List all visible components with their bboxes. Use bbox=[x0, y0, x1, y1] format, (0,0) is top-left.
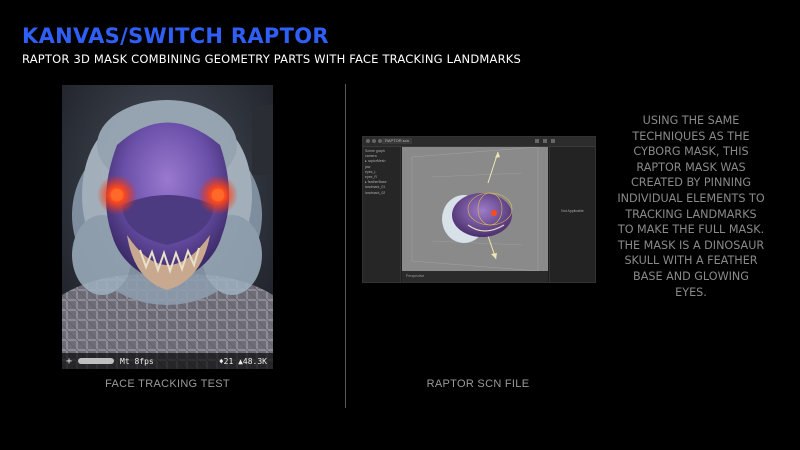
raptor-model-preview bbox=[411, 147, 539, 271]
scene-file-caption: RAPTOR SCN FILE bbox=[426, 378, 530, 390]
stats-readout: ♦21 ▲48.3K bbox=[218, 356, 267, 366]
inspector-panel[interactable]: Not Applicable bbox=[549, 147, 595, 282]
preview-status-bar: + Mt 8fps ♦21 ▲48.3K bbox=[62, 353, 273, 369]
face-tracking-preview: + Mt 8fps ♦21 ▲48.3K bbox=[62, 85, 273, 369]
toolbar-buttons[interactable] bbox=[535, 139, 555, 143]
page-title: KANVAS/SWITCH RAPTOR bbox=[22, 24, 329, 48]
page-subtitle: RAPTOR 3D MASK COMBINING GEOMETRY PARTS … bbox=[22, 52, 522, 66]
scene-graph-item[interactable]: landmark_02 bbox=[365, 191, 398, 196]
inspector-placeholder: Not Applicable bbox=[561, 209, 584, 213]
add-button[interactable]: + bbox=[62, 356, 76, 367]
editor-toolbar: RAPTOR.scn bbox=[363, 137, 595, 147]
fps-readout: Mt 8fps bbox=[120, 356, 154, 366]
face-tracking-caption: FACE TRACKING TEST bbox=[105, 378, 230, 390]
scene-viewport[interactable] bbox=[402, 147, 548, 271]
editor-tab[interactable]: RAPTOR.scn bbox=[382, 138, 412, 144]
raptor-mask-image bbox=[62, 85, 273, 369]
viewport-status-bar: Perspective bbox=[402, 271, 548, 282]
description-text: USING THE SAME TECHNIQUES AS THE CYBORG … bbox=[617, 114, 765, 299]
timeline-slider[interactable] bbox=[78, 358, 114, 364]
scene-graph-sidebar[interactable]: Scene graph camera ▸ raptorMesh jaw eyes_L… bbox=[363, 147, 401, 282]
scene-editor-window: RAPTOR.scn Scene graph camera ▸ raptorMesh… bbox=[362, 136, 596, 283]
divider bbox=[345, 84, 346, 408]
window-controls[interactable] bbox=[366, 139, 382, 143]
